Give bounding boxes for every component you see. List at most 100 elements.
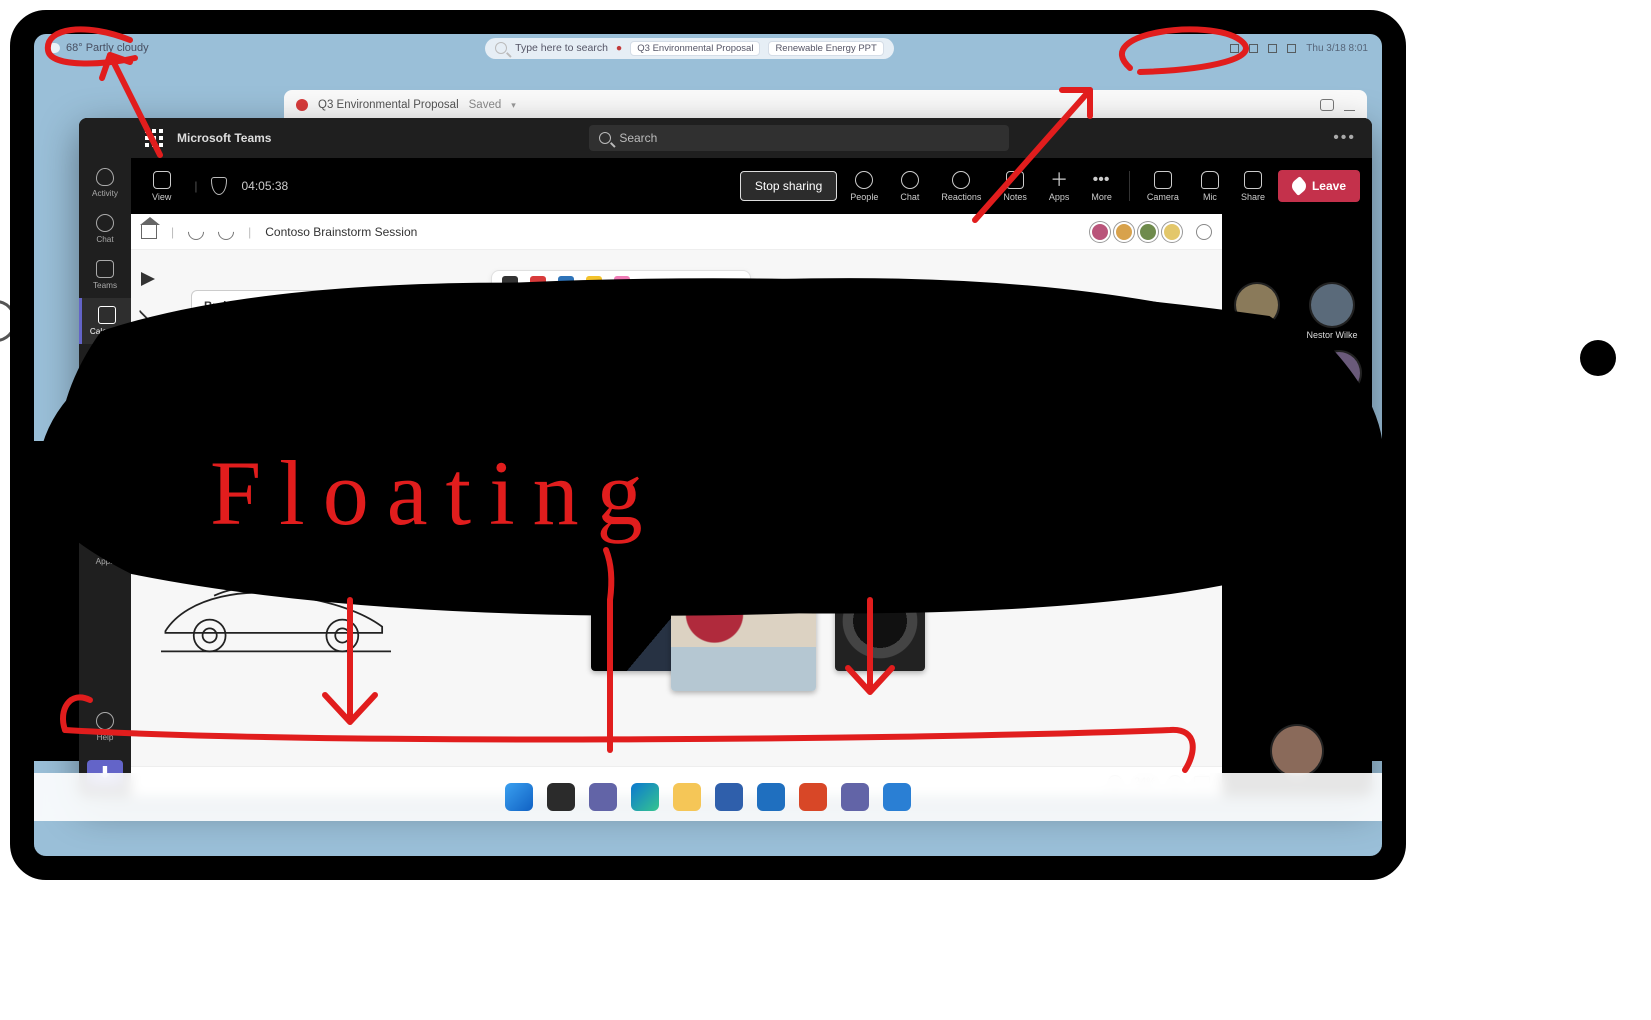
self-view[interactable] — [1272, 726, 1322, 776]
add-tool[interactable]: ⊕ — [141, 336, 155, 350]
rail-viva[interactable]: Viva Conn... — [79, 436, 131, 482]
people-button[interactable]: People — [841, 171, 887, 202]
rail-activity[interactable]: Activity — [79, 160, 131, 206]
sticky-note[interactable] — [191, 420, 246, 464]
rail-apps[interactable]: Apps — [79, 528, 131, 574]
taskbar-icon-edge[interactable] — [631, 783, 659, 811]
participant-tile[interactable]: Alex Wilber — [1316, 352, 1362, 408]
participant-tile[interactable]: Nestor Wilke — [1306, 284, 1357, 340]
reactions-button[interactable]: Reactions — [932, 171, 990, 202]
pen-yellow[interactable] — [586, 276, 602, 300]
taskbar-icon-powerpoint[interactable] — [799, 783, 827, 811]
shield-icon — [211, 177, 227, 195]
taskbar-icon-start[interactable] — [505, 783, 533, 811]
share-button[interactable]: Share — [1232, 171, 1274, 202]
cloud-icon — [48, 43, 60, 53]
participants-column: Lee Gu Nestor Wilke Joni Sherman Alex Wi… — [1222, 214, 1372, 796]
meeting-apps-button[interactable]: ＋Apps — [1040, 171, 1079, 202]
view-button[interactable]: View — [143, 171, 180, 202]
home-icon[interactable] — [141, 225, 157, 239]
search-suggestion-2[interactable]: Renewable Energy PPT — [768, 41, 883, 56]
rail-chat[interactable]: Chat — [79, 206, 131, 252]
brainstorm-tab[interactable]: Brainstorming — [569, 341, 623, 359]
teams-app-title: Microsoft Teams — [177, 131, 271, 145]
eraser-tool[interactable] — [642, 281, 660, 295]
teams-search[interactable]: Search — [589, 125, 1009, 151]
taskbar-icon-taskview[interactable] — [547, 783, 575, 811]
weather-widget[interactable]: 68° Partly cloudy — [48, 42, 149, 54]
rail-teams[interactable]: Teams — [79, 252, 131, 298]
background-document-window[interactable]: Q3 Environmental Proposal Saved ▾ — [284, 90, 1367, 120]
doc-title: Q3 Environmental Proposal — [318, 99, 459, 111]
participant-tile[interactable]: Joni Sherman — [1232, 352, 1288, 408]
stop-sharing-button[interactable]: Stop sharing — [740, 171, 837, 201]
teams-app-rail: Activity Chat Teams Calendar Calls Files… — [79, 118, 131, 796]
chart-card[interactable]: Annual Sales Data — [533, 405, 723, 474]
whiteboard-canvas[interactable]: ⊕ ✕ — [131, 250, 1222, 766]
taskbar-icon-store[interactable] — [715, 783, 743, 811]
undo-icon[interactable] — [185, 220, 208, 243]
pointer-tool[interactable] — [141, 272, 155, 286]
participant-tile[interactable]: Adele Vance — [1307, 420, 1357, 476]
rail-help[interactable]: Help — [79, 704, 131, 750]
inserted-image[interactable] — [835, 571, 925, 671]
meeting-chat-button[interactable]: Chat — [891, 171, 928, 202]
rail-avatars[interactable]: Avatars — [79, 482, 131, 528]
teams-overflow[interactable]: ••• — [1327, 129, 1362, 147]
avatar — [1236, 284, 1278, 326]
rail-calendar[interactable]: Calendar — [79, 298, 131, 344]
car-sketch[interactable] — [161, 578, 391, 663]
mic-button[interactable]: Mic — [1192, 171, 1228, 202]
participant-tile[interactable]: Lee Gu — [1236, 284, 1278, 340]
people-icon — [855, 171, 873, 189]
more-button[interactable]: •••More — [1082, 171, 1121, 202]
waffle-icon[interactable] — [141, 125, 167, 151]
tray-icon[interactable] — [1230, 44, 1239, 53]
sticky-note[interactable] — [445, 402, 526, 483]
sticky-note[interactable] — [371, 420, 426, 464]
notes-button[interactable]: Notes — [994, 171, 1036, 202]
settings-icon[interactable] — [1196, 224, 1212, 240]
view-icon — [153, 171, 171, 189]
prompt-label: PROMPT: — [204, 379, 553, 390]
powerpoint-icon — [296, 99, 308, 111]
taskbar-icon-app[interactable] — [883, 783, 911, 811]
pen-pink[interactable] — [614, 276, 630, 300]
teams-title-bar: Microsoft Teams Search ••• — [131, 118, 1372, 158]
camera-button[interactable]: Camera — [1138, 171, 1188, 202]
inserted-image[interactable] — [671, 581, 816, 691]
sticky-note[interactable] — [311, 420, 366, 464]
avatar — [1318, 352, 1360, 394]
rail-calls[interactable]: Calls — [79, 344, 131, 390]
rail-files[interactable]: Files — [79, 390, 131, 436]
sticky-note[interactable] — [251, 420, 306, 464]
leave-button[interactable]: Leave — [1278, 170, 1360, 202]
phone-icon — [96, 352, 114, 370]
pen-tool[interactable] — [138, 301, 158, 321]
wifi-icon[interactable] — [1249, 44, 1258, 53]
brainstorm-heading: Brainstorm — [204, 301, 553, 313]
window-minimize[interactable] — [1344, 100, 1355, 111]
taskbar-icon-mail[interactable] — [757, 783, 785, 811]
redo-icon[interactable] — [215, 220, 238, 243]
taskbar-icon-teams[interactable] — [841, 783, 869, 811]
screen: 68° Partly cloudy Type here to search ● … — [34, 34, 1382, 856]
battery-icon[interactable] — [1287, 44, 1296, 53]
teams-main: Microsoft Teams Search ••• View | — [131, 118, 1372, 796]
desktop-search-placeholder: Type here to search — [515, 42, 608, 54]
doc-share-icon[interactable] — [1320, 99, 1334, 111]
presence-avatars[interactable] — [1090, 222, 1182, 242]
volume-icon[interactable] — [1268, 44, 1277, 53]
desktop-search[interactable]: Type here to search ● Q3 Environmental P… — [485, 38, 894, 59]
close-palette[interactable]: ✕ — [700, 280, 712, 297]
system-tray[interactable]: Thu 3/18 8:01 — [1230, 43, 1368, 54]
clock[interactable]: Thu 3/18 8:01 — [1306, 43, 1368, 54]
teams-search-placeholder: Search — [619, 131, 657, 145]
canvas-side-tools: ⊕ — [137, 272, 159, 350]
taskbar-icon-explorer[interactable] — [673, 783, 701, 811]
camera-icon — [1154, 171, 1172, 189]
search-suggestion-1[interactable]: Q3 Environmental Proposal — [630, 41, 760, 56]
hangup-icon — [1289, 176, 1309, 196]
lasso-tool[interactable] — [672, 280, 688, 296]
taskbar-icon-chat[interactable] — [589, 783, 617, 811]
